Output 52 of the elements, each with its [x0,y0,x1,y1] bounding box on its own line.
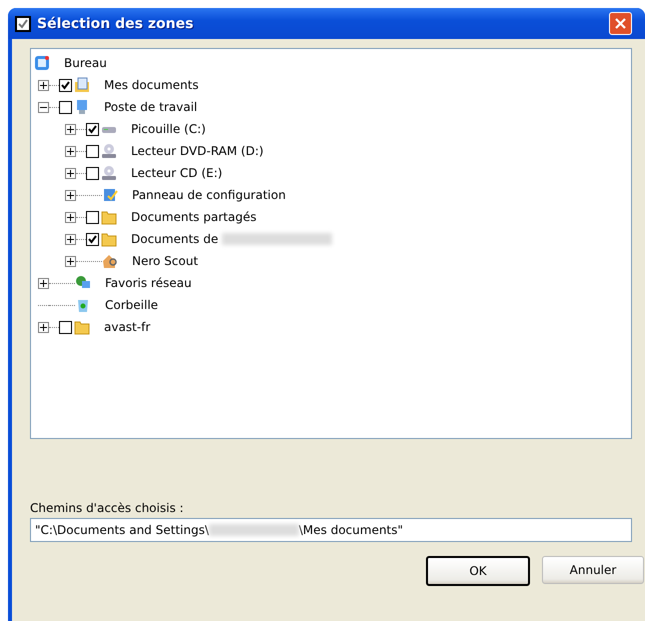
expand-button[interactable] [65,234,76,244]
window-title: Sélection des zones [37,16,194,32]
dialog-button[interactable]: OK [426,556,530,586]
expand-button[interactable] [38,322,49,332]
tree-item[interactable]: Mes documents [104,78,199,92]
control-panel-icon [102,187,118,203]
expand-button[interactable] [65,190,76,200]
expand-button[interactable] [38,278,49,288]
recycle-bin-icon [75,297,91,313]
expand-button[interactable] [65,256,76,266]
close-icon [614,17,627,30]
expand-button[interactable] [65,212,76,222]
tree-item[interactable]: Lecteur DVD-RAM (D:) [131,144,264,158]
expand-button[interactable] [38,80,49,90]
field-label: Chemins d'accès choisis : [30,501,185,515]
computer-icon [74,99,90,115]
tree-item[interactable]: Favoris réseau [105,276,192,290]
documents-icon [74,77,90,93]
tree-item[interactable]: Panneau de configuration [132,188,286,202]
tree-item[interactable]: Poste de travail [104,100,198,114]
checkbox[interactable] [86,166,99,180]
checkbox[interactable] [86,122,99,136]
tree-item[interactable]: Lecteur CD (E:) [131,166,222,180]
tree-item[interactable]: Picouille (C:) [131,122,206,136]
network-icon [75,275,91,291]
expand-button[interactable] [65,146,76,156]
cd-drive-icon [101,165,117,181]
close-button[interactable] [609,12,632,35]
checkbox[interactable] [59,320,72,334]
folder-icon [101,209,117,225]
expand-button[interactable] [65,124,76,134]
checkbox[interactable] [59,78,72,92]
folder-icon [74,319,90,335]
checkbox[interactable] [86,210,99,224]
cd-drive-icon [101,143,117,159]
folder-icon [101,231,117,247]
checkbox[interactable] [59,100,72,114]
tree-item[interactable]: Bureau [64,56,107,70]
tree-item[interactable]: Documents de [131,232,218,246]
checkbox-icon [15,16,31,32]
collapse-button[interactable] [38,102,49,112]
house-search-icon [102,253,118,269]
path-field[interactable]: "C:\Documents and Settings\ \Mes documents" [30,518,632,542]
tree-item[interactable]: Corbeille [105,298,158,312]
tree-item[interactable]: Documents partagés [131,210,256,224]
dialog-button[interactable]: Annuler [542,556,644,584]
tree-item[interactable]: avast-fr [104,320,150,334]
checkbox[interactable] [86,144,99,158]
tree-item[interactable]: Nero Scout [132,254,198,268]
desktop-icon [34,55,50,71]
expand-button[interactable] [65,168,76,178]
checkbox[interactable] [86,232,99,246]
